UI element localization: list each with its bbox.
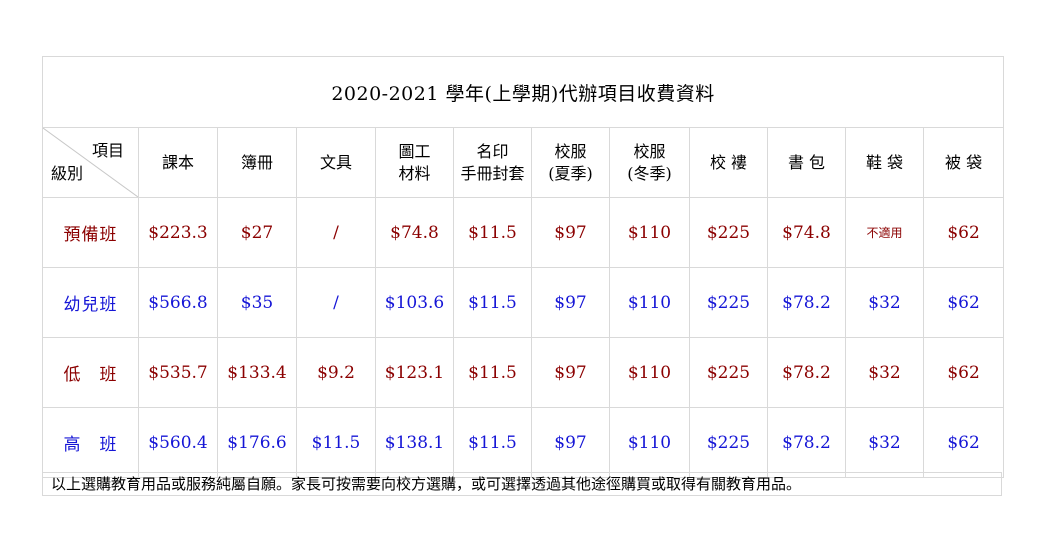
fee-cell: $110 — [609, 407, 690, 478]
fee-cell: $97 — [531, 197, 610, 268]
fee-cell: $560.4 — [138, 407, 218, 478]
column-header: 簿冊 — [217, 127, 297, 198]
fee-cell: $97 — [531, 407, 610, 478]
fee-cell: $97 — [531, 267, 610, 338]
fee-cell: / — [296, 197, 376, 268]
table-row: 高 班 $560.4 $176.6 $11.5 $138.1 $11.5 $97… — [42, 407, 1005, 478]
fee-cell: $27 — [217, 197, 297, 268]
fee-cell: $32 — [845, 267, 924, 338]
fee-cell: $74.8 — [375, 197, 454, 268]
fee-cell: $110 — [609, 337, 690, 408]
fee-cell: $110 — [609, 267, 690, 338]
fee-cell: / — [296, 267, 376, 338]
fee-cell: $78.2 — [767, 267, 846, 338]
column-header: 校服 (夏季) — [531, 127, 610, 198]
column-header: 圖工 材料 — [375, 127, 454, 198]
fee-cell: $11.5 — [296, 407, 376, 478]
fee-cell: $9.2 — [296, 337, 376, 408]
fee-cell: $535.7 — [138, 337, 218, 408]
fee-cell: $103.6 — [375, 267, 454, 338]
footnote: 以上選購教育用品或服務純屬自願。家長可按需要向校方選購，或可選擇透過其他途徑購買… — [42, 472, 1002, 496]
column-header: 鞋 袋 — [845, 127, 924, 198]
fee-cell: $225 — [689, 407, 768, 478]
corner-level-label: 級別 — [51, 164, 84, 183]
table-row: 幼兒班 $566.8 $35 / $103.6 $11.5 $97 $110 $… — [42, 267, 1005, 338]
fee-cell: $62 — [922, 407, 1005, 478]
fee-cell: $11.5 — [453, 407, 532, 478]
fee-cell: 不適用 — [845, 197, 924, 268]
column-header: 文具 — [296, 127, 376, 198]
fee-cell: $225 — [689, 337, 768, 408]
table-row: 低 班 $535.7 $133.4 $9.2 $123.1 $11.5 $97 … — [42, 337, 1005, 408]
fee-cell: $78.2 — [767, 337, 846, 408]
fee-cell: $62 — [922, 337, 1005, 408]
row-label: 高 班 — [42, 407, 139, 478]
fee-cell: $225 — [689, 267, 768, 338]
fee-cell: $62 — [922, 197, 1005, 268]
fee-cell: $78.2 — [767, 407, 846, 478]
fee-cell: $176.6 — [217, 407, 297, 478]
table-title: 2020-2021 學年(上學期)代辦項目收費資料 — [41, 56, 1005, 128]
fee-cell: $123.1 — [375, 337, 454, 408]
fee-cell: $35 — [217, 267, 297, 338]
column-header: 名印 手冊封套 — [453, 127, 532, 198]
fee-cell: $225 — [689, 197, 768, 268]
fee-cell: $32 — [845, 407, 924, 478]
fee-cell: $133.4 — [217, 337, 297, 408]
fee-cell: $32 — [845, 337, 924, 408]
column-header: 校服 (冬季) — [609, 127, 690, 198]
column-header: 被 袋 — [922, 127, 1005, 198]
fee-cell: $74.8 — [767, 197, 846, 268]
header-row: 項目 級別 課本 簿冊 文具 圖工 材料 名印 手冊封套 校服 (夏季) 校服 (冬季)… — [42, 127, 1005, 198]
fee-cell: $11.5 — [453, 337, 532, 408]
fee-cell: $11.5 — [453, 197, 532, 268]
fee-cell: $62 — [922, 267, 1005, 338]
row-label: 低 班 — [42, 337, 139, 408]
fee-cell: $97 — [531, 337, 610, 408]
corner-item-label: 項目 — [91, 141, 124, 160]
fee-cell: $138.1 — [375, 407, 454, 478]
column-header: 書 包 — [767, 127, 846, 198]
fee-table: 2020-2021 學年(上學期)代辦項目收費資料 項目 級別 課本 簿冊 文具… — [41, 56, 1005, 478]
corner-cell: 項目 級別 — [42, 127, 139, 198]
column-header: 課本 — [138, 127, 218, 198]
column-header: 校 褸 — [689, 127, 768, 198]
row-label: 預備班 — [42, 197, 139, 268]
fee-cell: $223.3 — [138, 197, 218, 268]
fee-sheet: 2020-2021 學年(上學期)代辦項目收費資料 項目 級別 課本 簿冊 文具… — [41, 56, 1005, 478]
fee-cell: $11.5 — [453, 267, 532, 338]
table-row: 預備班 $223.3 $27 / $74.8 $11.5 $97 $110 $2… — [42, 197, 1005, 268]
row-label: 幼兒班 — [42, 267, 139, 338]
fee-cell: $110 — [609, 197, 690, 268]
fee-cell: $566.8 — [138, 267, 218, 338]
